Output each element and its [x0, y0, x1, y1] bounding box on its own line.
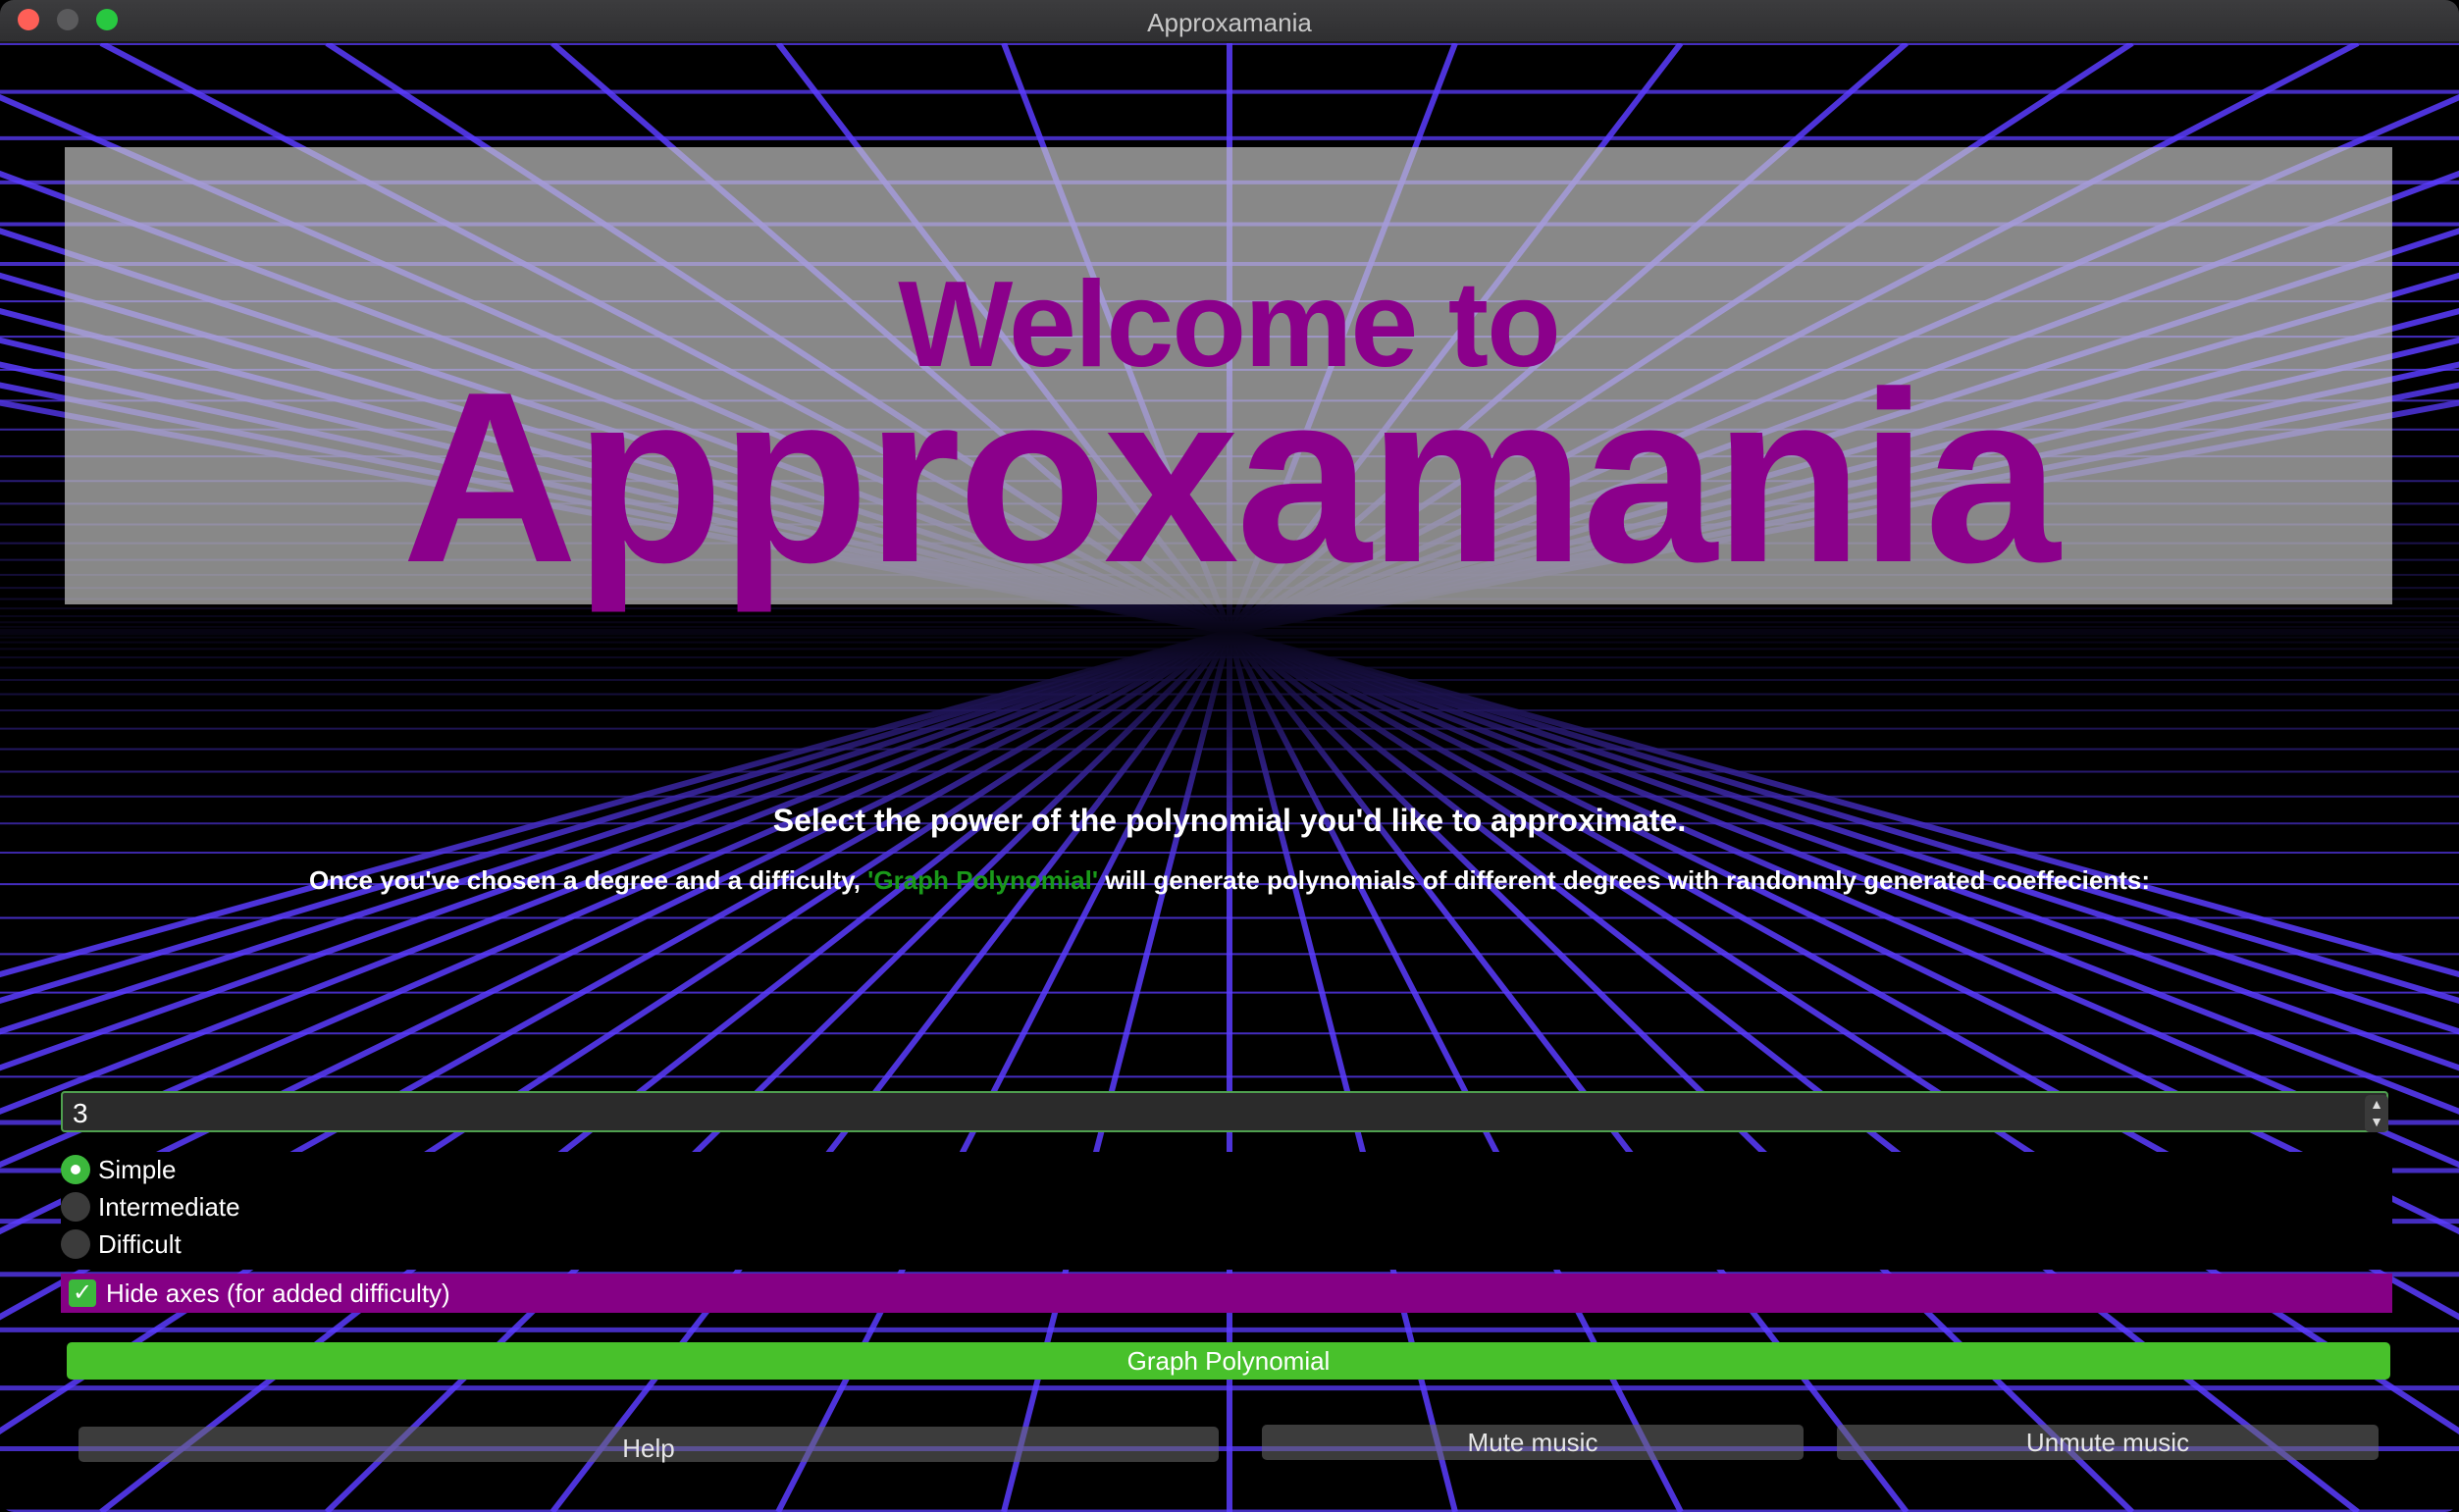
app-window: Approxamania Welcome to Approxamania Sel…: [0, 0, 2459, 1512]
radio-label: Intermediate: [98, 1191, 240, 1222]
radio-label: Difficult: [98, 1228, 182, 1259]
spinbox-arrows[interactable]: ▲ ▼: [2365, 1095, 2388, 1132]
main-content: Welcome to Approxamania Select the power…: [0, 43, 2459, 1512]
radio-label: Simple: [98, 1154, 177, 1184]
window-title: Approxamania: [1147, 8, 1312, 37]
title-bar: Approxamania: [0, 0, 2459, 43]
hide-axes-label: Hide axes (for added difficulty): [106, 1277, 450, 1308]
difficulty-group: Simple Intermediate Difficult: [61, 1152, 2392, 1270]
mute-music-button[interactable]: Mute music: [1262, 1425, 1804, 1460]
description-text-start: Once you've chosen a degree and a diffic…: [308, 865, 868, 895]
unmute-music-button[interactable]: Unmute music: [1837, 1425, 2379, 1460]
graph-polynomial-button[interactable]: Graph Polynomial: [67, 1342, 2390, 1380]
hide-axes-checkbox[interactable]: ✓: [69, 1279, 96, 1307]
instruction-heading: Select the power of the polynomial you'd…: [772, 803, 1687, 838]
description-text-end: will generate polynomials of different d…: [1098, 865, 2151, 895]
radio-simple[interactable]: Simple: [61, 1152, 176, 1187]
spin-down-icon[interactable]: ▼: [2365, 1113, 2388, 1130]
help-button[interactable]: Help: [78, 1427, 1219, 1463]
radio-button-icon[interactable]: [61, 1192, 90, 1222]
radio-button-icon[interactable]: [61, 1229, 90, 1259]
hide-axes-row[interactable]: ✓ Hide axes (for added difficulty): [61, 1274, 2392, 1313]
radio-button-icon[interactable]: [61, 1155, 90, 1184]
radio-difficult[interactable]: Difficult: [61, 1226, 182, 1262]
degree-spinbox[interactable]: 3: [61, 1091, 2388, 1132]
graph-polynomial-mention: 'Graph Polynomial': [867, 865, 1099, 895]
app-name-title: Approxamania: [401, 340, 2061, 613]
spin-up-icon[interactable]: ▲: [2365, 1095, 2388, 1113]
radio-intermediate[interactable]: Intermediate: [61, 1189, 240, 1225]
instruction-description: Once you've chosen a degree and a diffic…: [0, 865, 2459, 896]
